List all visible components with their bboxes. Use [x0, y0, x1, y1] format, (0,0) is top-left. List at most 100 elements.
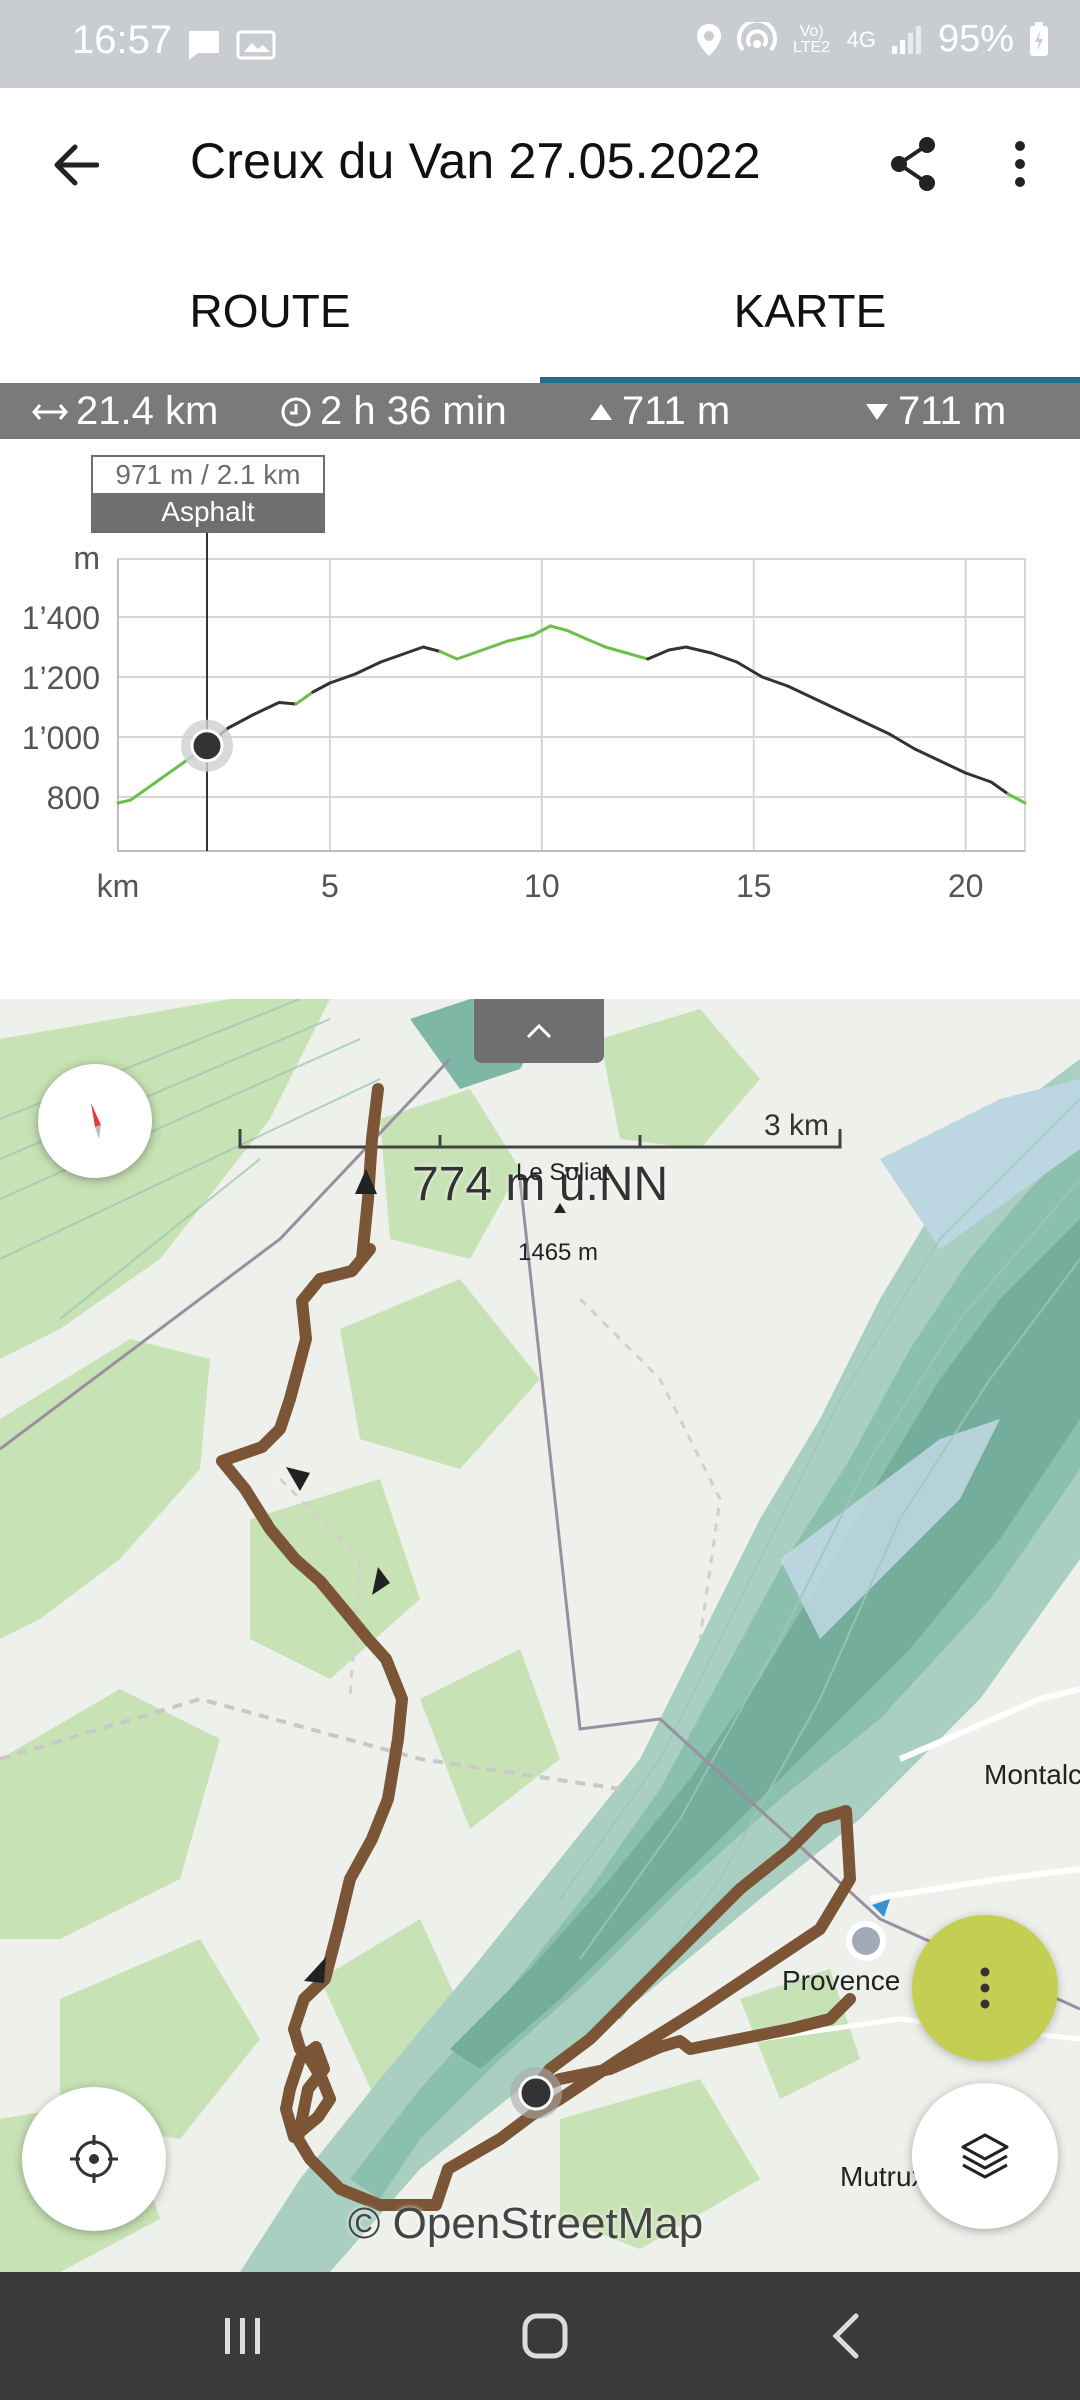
- profile-segment: [837, 708, 866, 724]
- arrow-left-icon: [54, 144, 99, 186]
- gallery-icon: [236, 30, 276, 60]
- distance-value: 21.4 km: [76, 389, 219, 433]
- ascent-stat: 711 m: [588, 389, 730, 434]
- profile-segment: [311, 681, 332, 694]
- elevation-profile[interactable]: 800 1’000 1’200 1’400 m 5 10 15 20 km 971 m / 2.1…: [0, 439, 1080, 999]
- profile-segment: [625, 651, 650, 661]
- share-button[interactable]: [880, 128, 946, 200]
- plot-frame: [117, 558, 1026, 852]
- profile-segment: [760, 675, 790, 688]
- battery-percent: 95%: [937, 18, 1014, 60]
- nav-back-button[interactable]: [800, 2298, 890, 2374]
- profile-segment: [989, 780, 1010, 796]
- back-button[interactable]: [40, 130, 110, 200]
- profile-segment: [862, 720, 891, 736]
- profile-segment: [294, 690, 315, 706]
- home-button[interactable]: [500, 2298, 590, 2374]
- duration-value: 2 h 36 min: [320, 389, 507, 433]
- status-time: 16:57: [72, 18, 173, 62]
- distance-stat: 21.4 km: [32, 389, 218, 434]
- profile-segment: [141, 777, 162, 793]
- y-axis-unit: m: [73, 540, 100, 576]
- map-view[interactable]: 3 km 774 m ü.NN Le Soliat 1465 m Montalc…: [0, 999, 1080, 2272]
- profile-segment: [1006, 792, 1027, 805]
- map-layers-button[interactable]: [912, 2083, 1058, 2229]
- profile-segment: [129, 789, 145, 802]
- map-attribution[interactable]: © OpenStreetMap: [348, 2199, 703, 2249]
- tab-route[interactable]: ROUTE: [0, 238, 540, 383]
- crosshair-icon: [70, 2135, 118, 2183]
- scale-label: 3 km: [764, 1109, 830, 1142]
- app-screen: 16:57 Vo) LTE2 4G 95% Creux du Van 27.05…: [0, 0, 1080, 2400]
- profile-segment: [667, 645, 688, 652]
- page-title: Creux du Van 27.05.2022: [190, 133, 761, 189]
- ascent-value: 711 m: [622, 389, 731, 433]
- profile-segment: [277, 701, 298, 706]
- profile-segment: [786, 684, 815, 700]
- tooltip-value: 971 m / 2.1 km: [115, 459, 301, 490]
- map-more-button[interactable]: [912, 1915, 1058, 2061]
- place-label-provence: Provence: [782, 1965, 901, 1996]
- profile-segment: [548, 624, 569, 632]
- profile-segment: [964, 771, 993, 784]
- recents-button[interactable]: [198, 2298, 288, 2374]
- system-nav-bar: [0, 2272, 1080, 2400]
- share-icon: [891, 137, 935, 191]
- expand-sheet-button[interactable]: [474, 999, 604, 1063]
- descent-value: 711 m: [898, 389, 1007, 433]
- profile-segment: [480, 639, 510, 652]
- home-icon: [522, 2313, 568, 2359]
- profile-segment: [811, 696, 841, 712]
- signal-icon: [891, 25, 921, 54]
- profile-segment: [328, 672, 357, 685]
- tooltip-surface: Asphalt: [93, 493, 323, 531]
- x-axis-unit: km: [97, 868, 140, 904]
- tab-bar: ROUTE KARTE: [0, 238, 1080, 383]
- more-vertical-icon: [1015, 141, 1025, 187]
- profile-segment: [404, 645, 425, 655]
- volte-icon: Vo) LTE2: [793, 22, 831, 56]
- x-tick-label: 15: [736, 868, 772, 904]
- elevation-tooltip: 971 m / 2.1 km Asphalt: [91, 455, 325, 533]
- profile-segment: [735, 660, 764, 679]
- profile-segment: [379, 651, 408, 664]
- profile-segment: [565, 629, 586, 640]
- tab-karte[interactable]: KARTE: [540, 238, 1080, 383]
- location-icon: [696, 23, 721, 56]
- profile-segment: [603, 645, 629, 655]
- status-bar: 16:57 Vo) LTE2 4G 95%: [0, 0, 1080, 88]
- profile-segment: [116, 798, 133, 805]
- route-stats-bar: 21.4 km 2 h 36 min 711 m 711 m: [0, 383, 1080, 439]
- y-tick-label: 1’400: [22, 600, 100, 636]
- descent-stat: 711 m: [864, 389, 1006, 434]
- hotspot-icon: [736, 21, 777, 51]
- profile-segment: [421, 645, 442, 653]
- profile-segment: [913, 747, 942, 763]
- chat-icon: [189, 31, 219, 60]
- battery-charging-icon: [1030, 21, 1048, 56]
- y-tick-label: 1’200: [22, 660, 100, 696]
- profile-segment: [226, 713, 256, 730]
- layers-icon: [961, 2133, 1009, 2179]
- position-marker: [510, 2067, 562, 2119]
- recents-icon: [225, 2318, 260, 2354]
- profile-segment: [506, 633, 535, 643]
- more-options-button[interactable]: [990, 128, 1050, 200]
- descent-triangle-icon: [866, 403, 888, 420]
- compass-button[interactable]: [38, 1064, 152, 1178]
- system-status-icons: Vo) LTE2 4G 95%: [695, 18, 1050, 61]
- distance-arrows-icon: [32, 403, 68, 420]
- back-icon: [832, 2313, 859, 2359]
- locate-me-button[interactable]: [22, 2087, 166, 2231]
- profile-segment: [582, 636, 607, 649]
- profile-segment: [938, 759, 968, 775]
- scale-bar: [238, 1129, 842, 1149]
- peak-name-label: Le Soliat: [516, 1159, 610, 1186]
- chevron-up-icon: [526, 1023, 552, 1039]
- x-tick-label: 10: [524, 868, 560, 904]
- x-tick-label: 5: [321, 868, 339, 904]
- y-tick-label: 1’000: [22, 720, 100, 756]
- app-bar: Creux du Van 27.05.2022: [0, 88, 1080, 238]
- profile-segment: [684, 645, 713, 655]
- notification-icons: [186, 28, 276, 62]
